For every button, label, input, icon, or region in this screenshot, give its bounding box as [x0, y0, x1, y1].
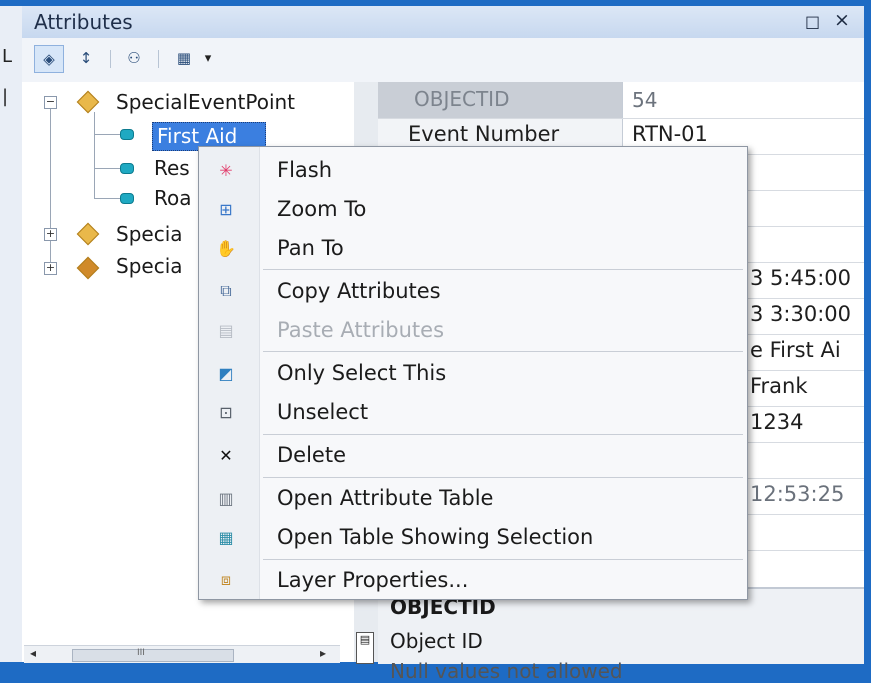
menu-separator	[263, 434, 743, 435]
left-edge-glyph: |	[2, 86, 9, 107]
list-by-layer-icon[interactable]: ◈	[34, 45, 64, 73]
menu-item-unselect[interactable]: ⊡ Unselect	[199, 393, 747, 431]
tree-item-roa[interactable]: Roa	[154, 186, 192, 210]
tree-line	[50, 106, 51, 270]
field-value-cell: 54	[632, 88, 658, 112]
zoom-to-icon: ⊞	[219, 199, 233, 219]
field-description-note: Null values not allowed	[390, 659, 623, 683]
menu-item-zoom-to[interactable]: ⊞ Zoom To	[199, 190, 747, 228]
field-value-cell: 3 5:45:00	[750, 266, 851, 290]
point-layer-icon	[76, 222, 100, 246]
scroll-right-icon[interactable]: ▸	[320, 646, 326, 660]
menu-item-label: Delete	[277, 443, 346, 467]
tree-line	[94, 198, 120, 199]
restore-button[interactable]: □	[805, 12, 820, 31]
pan-to-icon: ✋	[216, 238, 236, 258]
tree-item-special-event-point[interactable]: SpecialEventPoint	[116, 90, 295, 114]
options-icon[interactable]: ▦	[170, 45, 198, 71]
menu-separator	[263, 269, 743, 270]
tree-item-special-2[interactable]: Specia	[116, 222, 183, 246]
field-description-text: Object ID	[390, 629, 483, 653]
field-value-cell: e First Ai	[750, 338, 841, 362]
field-value-cell: RTN-01	[632, 122, 708, 146]
field-name-cell: Event Number	[408, 122, 560, 146]
menu-item-open-table-showing-selection[interactable]: ▦ Open Table Showing Selection	[199, 518, 747, 556]
tree-line	[94, 168, 120, 169]
attribute-table-icon: ▥	[218, 488, 234, 508]
tree-line	[94, 134, 120, 135]
menu-separator	[263, 559, 743, 560]
menu-item-label: Only Select This	[277, 361, 447, 385]
menu-item-copy-attributes[interactable]: ⧉ Copy Attributes	[199, 272, 747, 310]
menu-item-paste-attributes: ▤ Paste Attributes	[199, 311, 747, 349]
copy-attributes-icon: ⧉	[220, 281, 232, 300]
description-toggle-icon[interactable]: ▤	[356, 632, 374, 664]
sort-icon[interactable]: ↕	[72, 45, 100, 71]
expand-toggle[interactable]: +	[44, 228, 57, 241]
close-button[interactable]: ×	[834, 9, 850, 31]
menu-separator	[263, 351, 743, 352]
scroll-left-icon[interactable]: ◂	[30, 646, 36, 660]
window-title: Attributes	[34, 10, 133, 34]
menu-item-layer-properties[interactable]: ⧈ Layer Properties...	[199, 561, 747, 599]
chevron-down-icon[interactable]: ▾	[200, 45, 216, 71]
menu-item-label: Unselect	[277, 400, 369, 424]
tree-item-res[interactable]: Res	[154, 156, 190, 180]
left-edge-panel: L |	[0, 6, 22, 662]
table-row[interactable]: OBJECTID 54	[378, 82, 864, 119]
point-layer-icon	[76, 90, 100, 114]
field-value-cell: 3 3:30:00	[750, 302, 851, 326]
tree-line	[94, 112, 95, 198]
field-value-cell: 12:53:25	[750, 482, 845, 506]
feature-point-icon	[120, 163, 134, 174]
menu-item-label: Paste Attributes	[277, 318, 445, 342]
tree-item-label: First Aid	[157, 124, 238, 148]
menu-item-flash[interactable]: ✳ Flash	[199, 151, 747, 189]
toolbar-separator	[158, 50, 159, 68]
field-value-cell: 1234	[750, 410, 804, 434]
menu-separator	[263, 477, 743, 478]
scroll-grip: III	[137, 648, 145, 658]
attributes-toolbar: ◈ ↕ ⚇ ▦ ▾	[22, 38, 864, 83]
related-tables-icon[interactable]: ⚇	[120, 45, 148, 71]
context-menu: ✳ Flash ⊞ Zoom To ✋ Pan To ⧉ Copy Attrib…	[198, 146, 748, 600]
menu-item-label: Zoom To	[277, 197, 367, 221]
feature-point-icon	[120, 193, 134, 204]
paste-attributes-icon: ▤	[218, 320, 234, 340]
field-value-cell: Frank	[750, 374, 808, 398]
collapse-toggle[interactable]: −	[44, 96, 57, 109]
field-name-cell: OBJECTID	[378, 82, 622, 118]
window-frame-right	[864, 0, 871, 673]
menu-item-label: Flash	[277, 158, 333, 182]
attributes-titlebar[interactable]: Attributes □ ×	[22, 6, 864, 39]
left-edge-glyph: L	[2, 46, 13, 67]
menu-item-label: Open Attribute Table	[277, 486, 494, 510]
delete-icon: ✕	[219, 445, 233, 465]
menu-item-label: Open Table Showing Selection	[277, 525, 594, 549]
expand-toggle[interactable]: +	[44, 262, 57, 275]
tree-item-special-3[interactable]: Specia	[116, 254, 183, 278]
feature-point-icon	[120, 129, 134, 140]
flash-icon: ✳	[219, 160, 233, 180]
only-select-icon: ◩	[218, 363, 234, 383]
menu-item-only-select-this[interactable]: ◩ Only Select This	[199, 354, 747, 392]
layer-properties-icon: ⧈	[220, 570, 232, 589]
menu-item-pan-to[interactable]: ✋ Pan To	[199, 229, 747, 267]
polygon-layer-icon	[76, 256, 100, 280]
menu-item-label: Copy Attributes	[277, 279, 441, 303]
menu-item-label: Layer Properties...	[277, 568, 469, 592]
scroll-thumb[interactable]: III	[72, 648, 234, 662]
menu-item-open-attribute-table[interactable]: ▥ Open Attribute Table	[199, 479, 747, 517]
menu-item-delete[interactable]: ✕ Delete	[199, 436, 747, 474]
selection-table-icon: ▦	[218, 527, 234, 547]
menu-item-label: Pan To	[277, 236, 344, 260]
unselect-icon: ⊡	[219, 402, 233, 422]
toolbar-separator	[110, 50, 111, 68]
tree-horizontal-scrollbar[interactable]: ◂ III ▸	[24, 645, 340, 663]
